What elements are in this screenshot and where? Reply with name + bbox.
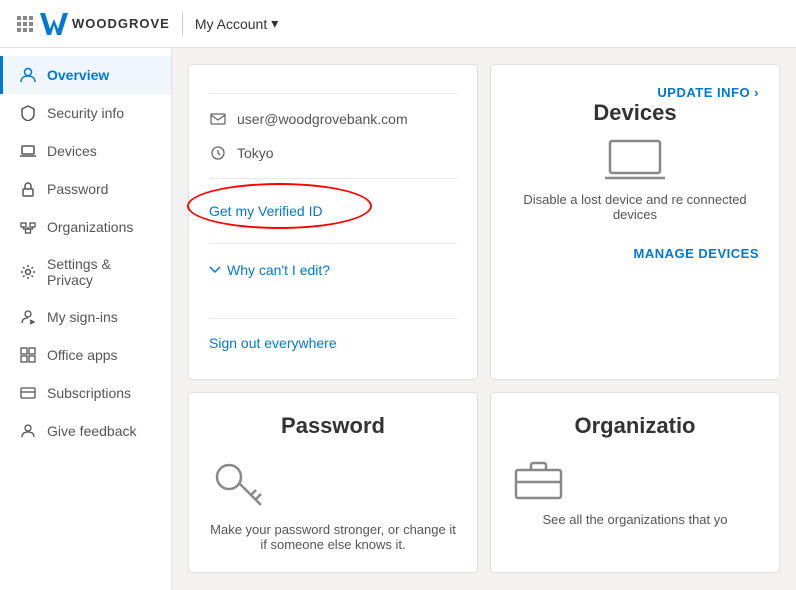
sidebar-item-overview[interactable]: Overview [0,56,171,94]
devices-card-title: Devices [593,100,676,126]
app-layout: Overview Security info Devices Password [0,48,796,590]
password-card: Password Make your password stronger, or… [188,392,478,573]
sidebar-item-label: My sign-ins [47,309,118,325]
sidebar-item-label: Organizations [47,219,133,235]
sidebar-item-settings-privacy[interactable]: Settings & Privacy [0,246,171,298]
sidebar: Overview Security info Devices Password [0,48,172,590]
sidebar-item-password[interactable]: Password [0,170,171,208]
sidebar-item-label: Overview [47,67,109,83]
profile-card: user@woodgrovebank.com Tokyo Get my Veri… [188,64,478,380]
nav-divider [182,12,183,36]
lock-icon [19,180,37,198]
sidebar-item-give-feedback[interactable]: Give feedback [0,412,171,450]
divider [209,93,457,94]
brand-logo: WOODGROVE [40,13,170,35]
logo-letter [40,13,68,35]
chevron-down-icon [209,266,221,274]
sidebar-item-label: Security info [47,105,124,121]
clock-icon [209,144,227,162]
password-card-title: Password [209,413,457,439]
apps-icon [19,346,37,364]
grid-icon[interactable] [16,15,34,33]
sidebar-item-label: Settings & Privacy [47,256,155,288]
email-row: user@woodgrovebank.com [209,102,457,136]
top-navigation: WOODGROVE My Account ▾ [0,0,796,48]
signin-icon [19,308,37,326]
app-logo: WOODGROVE [16,13,170,35]
brand-name: WOODGROVE [72,16,170,31]
email-value: user@woodgrovebank.com [237,111,408,127]
laptop-large-icon [605,138,665,182]
org-icon [19,218,37,236]
manage-devices-button[interactable]: MANAGE DEVICES [634,246,759,261]
sidebar-item-label: Office apps [47,347,118,363]
sign-out-everywhere-link[interactable]: Sign out everywhere [209,327,457,359]
org-card-title: Organizatio [511,413,759,439]
sidebar-item-my-sign-ins[interactable]: My sign-ins [0,298,171,336]
sidebar-item-security-info[interactable]: Security info [0,94,171,132]
account-menu[interactable]: My Account ▾ [195,15,278,32]
devices-card-description: Disable a lost device and re connected d… [511,192,759,222]
divider [209,318,457,319]
person-icon [19,66,37,84]
chevron-down-icon: ▾ [271,15,278,32]
laptop-icon [19,142,37,160]
subscription-icon [19,384,37,402]
why-cant-edit-toggle[interactable]: Why can't I edit? [209,252,457,288]
gear-icon [19,263,37,281]
sidebar-item-label: Password [47,181,108,197]
location-row: Tokyo [209,136,457,170]
org-card-description: See all the organizations that yo [511,512,759,527]
organizations-card: Organizatio See all the organizations th… [490,392,780,573]
key-icon [209,455,264,510]
location-value: Tokyo [237,145,274,161]
sidebar-item-organizations[interactable]: Organizations [0,208,171,246]
email-icon [209,110,227,128]
sidebar-item-office-apps[interactable]: Office apps [0,336,171,374]
sidebar-item-devices[interactable]: Devices [0,132,171,170]
sidebar-item-label: Devices [47,143,97,159]
cards-grid: user@woodgrovebank.com Tokyo Get my Veri… [188,64,780,573]
shield-icon [19,104,37,122]
briefcase-icon [511,455,566,500]
main-content: user@woodgrovebank.com Tokyo Get my Veri… [172,48,796,590]
get-verified-id-button[interactable]: Get my Verified ID [209,195,323,227]
feedback-icon [19,422,37,440]
devices-icon-area: Devices Disable a lost device and re con… [511,100,759,234]
update-info-button[interactable]: UPDATE INFO › [657,85,759,100]
devices-card: UPDATE INFO › Devices Disable a lost dev… [490,64,780,380]
why-label: Why can't I edit? [227,262,330,278]
divider [209,243,457,244]
account-label: My Account [195,16,267,32]
divider [209,178,457,179]
password-card-description: Make your password stronger, or change i… [209,522,457,552]
sidebar-item-subscriptions[interactable]: Subscriptions [0,374,171,412]
sidebar-item-label: Give feedback [47,423,137,439]
sidebar-item-label: Subscriptions [47,385,131,401]
